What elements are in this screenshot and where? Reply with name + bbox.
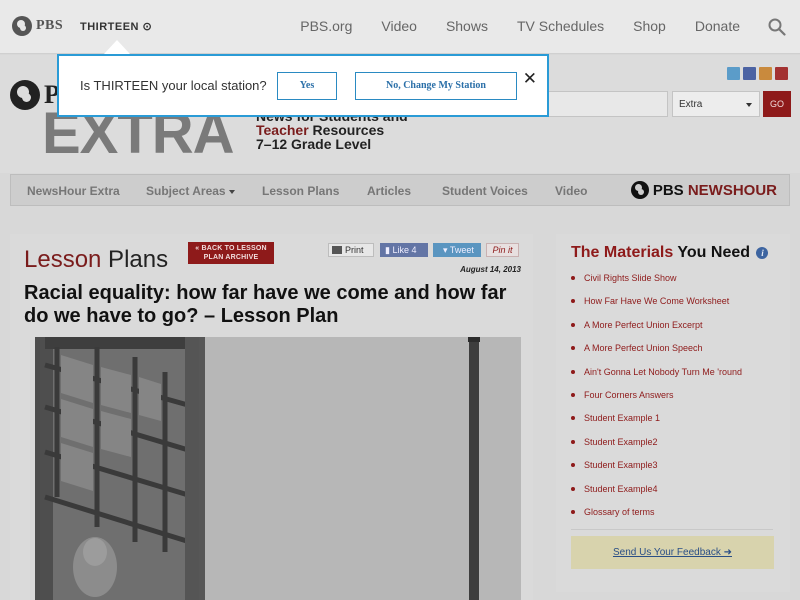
mainnav-articles[interactable]: Articles — [367, 184, 411, 198]
list-item[interactable]: Glossary of terms — [571, 506, 742, 529]
chevron-down-icon — [228, 189, 235, 194]
mainnav-student-voices[interactable]: Student Voices — [442, 184, 528, 198]
header-search-input[interactable] — [528, 91, 668, 117]
social-links — [727, 67, 788, 80]
nav-shows[interactable]: Shows — [446, 18, 488, 34]
sidebar-divider — [571, 529, 773, 530]
info-icon[interactable]: i — [756, 246, 769, 259]
list-item[interactable]: A More Perfect Union Excerpt — [571, 319, 742, 342]
materials-list: Civil Rights Slide Show How Far Have We … — [571, 272, 742, 529]
popup-question: Is THIRTEEN your local station? — [80, 78, 267, 93]
rss-icon[interactable] — [759, 67, 772, 80]
tagline-line2: Teacher Resources — [256, 123, 408, 137]
pbs-newshour-logo[interactable]: PBS NEWSHOUR — [630, 181, 777, 199]
printer-icon — [332, 246, 342, 254]
print-button[interactable]: Print — [328, 243, 374, 257]
tweet-button[interactable]: ▾ Tweet — [433, 243, 481, 257]
nav-tv-schedules[interactable]: TV Schedules — [517, 18, 604, 34]
materials-sidebar: The Materials You Need i Civil Rights Sl… — [556, 234, 790, 592]
popup-pointer — [104, 40, 130, 54]
facebook-like-button[interactable]: ▮ Like 4 — [380, 243, 428, 257]
list-item[interactable]: Student Example2 — [571, 436, 742, 459]
materials-title: The Materials You Need i — [571, 244, 769, 262]
twitter-bird-icon: ▾ — [443, 245, 448, 255]
list-item[interactable]: Ain't Gonna Let Nobody Turn Me 'round — [571, 366, 742, 389]
facebook-icon[interactable] — [743, 67, 756, 80]
list-item[interactable]: Student Example3 — [571, 459, 742, 482]
youtube-icon[interactable] — [775, 67, 788, 80]
list-item[interactable]: Student Example 1 — [571, 412, 742, 435]
thumbs-up-icon: ▮ — [385, 245, 390, 255]
pbs-head-icon — [10, 80, 40, 110]
mainnav-newshour-extra[interactable]: NewsHour Extra — [27, 184, 120, 198]
nav-donate[interactable]: Donate — [695, 18, 740, 34]
mainnav-video[interactable]: Video — [555, 184, 587, 198]
pin-it-button[interactable]: Pin it — [486, 243, 519, 257]
mainnav-lesson-plans[interactable]: Lesson Plans — [262, 184, 339, 198]
nav-pbs-org[interactable]: PBS.org — [300, 18, 352, 34]
list-item[interactable]: A More Perfect Union Speech — [571, 342, 742, 365]
list-item[interactable]: Student Example4 — [571, 483, 742, 506]
building-photo-image — [35, 337, 521, 600]
pbs-logo[interactable]: PBS — [12, 16, 63, 36]
newshour-wordmark: PBS NEWSHOUR — [652, 181, 777, 199]
pbs-logo-icon — [12, 16, 32, 36]
station-label[interactable]: THIRTEEN ⊙ — [80, 20, 152, 33]
list-item[interactable]: Four Corners Answers — [571, 389, 742, 412]
local-station-popup: Is THIRTEEN your local station? Yes No, … — [57, 54, 549, 117]
nav-shop[interactable]: Shop — [633, 18, 666, 34]
pbs-head-icon — [630, 181, 649, 199]
lesson-headline: Racial equality: how far have we come an… — [24, 282, 507, 327]
go-button[interactable]: GO — [763, 91, 791, 117]
page-title: Lesson Plans — [24, 246, 169, 273]
close-icon[interactable]: ✕ — [523, 70, 537, 87]
back-to-archive-button[interactable]: « BACK TO LESSON PLAN ARCHIVE — [188, 242, 274, 264]
main-nav: NewsHour Extra Subject Areas Lesson Plan… — [10, 174, 790, 206]
twitter-icon[interactable] — [727, 67, 740, 80]
yes-button[interactable]: Yes — [277, 72, 337, 100]
search-icon[interactable] — [768, 18, 786, 36]
lesson-photo — [35, 337, 521, 600]
publish-date: August 14, 2013 — [460, 265, 521, 274]
tagline-line3: 7–12 Grade Level — [256, 136, 372, 152]
pbs-logo-text: PBS — [36, 18, 64, 33]
lesson-content: Lesson Plans « BACK TO LESSON PLAN ARCHI… — [10, 234, 533, 600]
header-search-scope-select[interactable]: Extra — [672, 91, 760, 117]
list-item[interactable]: How Far Have We Come Worksheet — [571, 295, 742, 318]
nav-video[interactable]: Video — [381, 18, 417, 34]
top-nav: PBS.org Video Shows TV Schedules Shop Do… — [271, 18, 740, 34]
send-feedback-link[interactable]: Send Us Your Feedback ➜ — [571, 536, 774, 569]
list-item[interactable]: Civil Rights Slide Show — [571, 272, 742, 295]
chevron-down-icon — [746, 103, 752, 107]
mainnav-subject-areas[interactable]: Subject Areas — [146, 184, 235, 198]
change-station-button[interactable]: No, Change My Station — [355, 72, 517, 100]
